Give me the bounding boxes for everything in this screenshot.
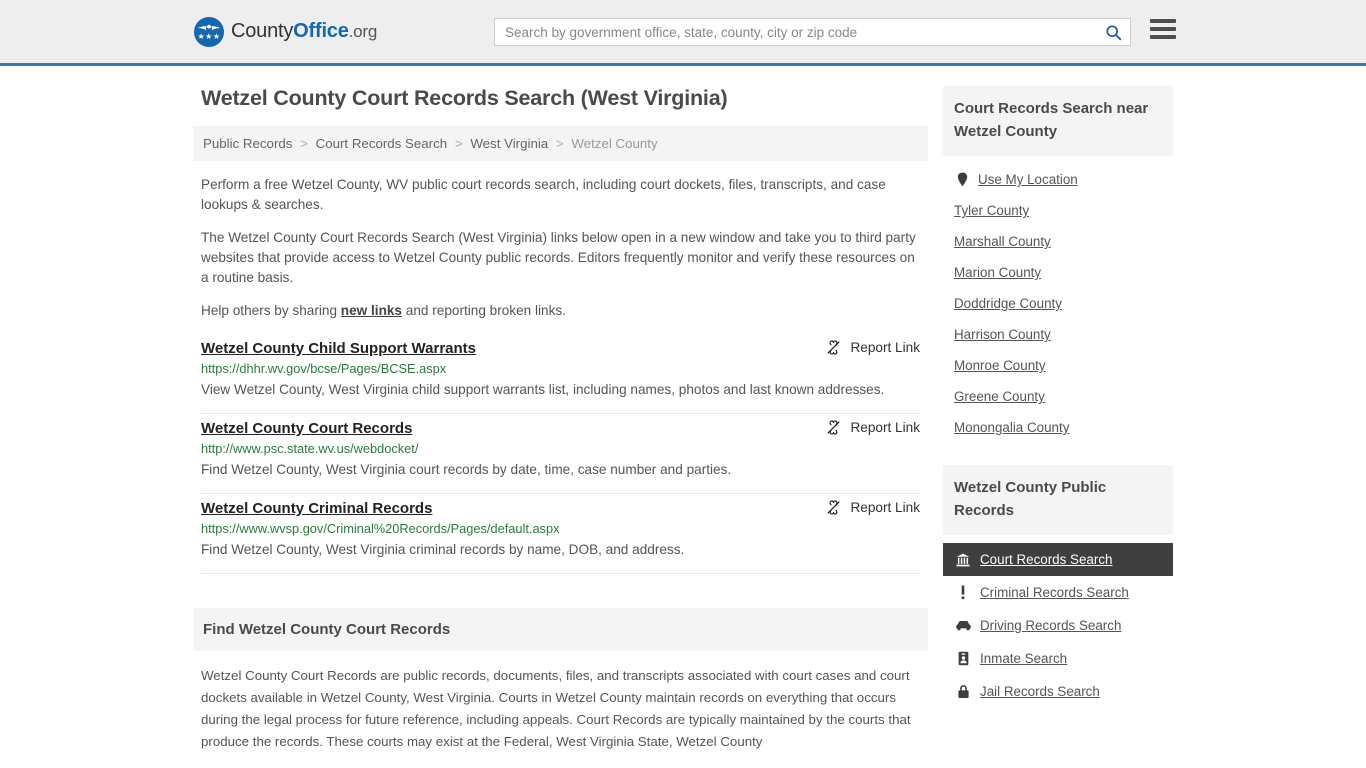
jail-records-search-link[interactable]: Jail Records Search: [980, 684, 1100, 699]
map-pin-icon: [954, 172, 971, 187]
find-records-heading: Find Wetzel County Court Records: [193, 608, 928, 651]
intro-paragraph-1: Perform a free Wetzel County, WV public …: [201, 177, 886, 212]
sidebar-county-item[interactable]: Marshall County: [943, 226, 1173, 257]
county-link[interactable]: Greene County: [954, 389, 1045, 404]
car-icon: [954, 620, 972, 631]
find-records-body: Wetzel County Court Records are public r…: [201, 668, 911, 749]
driving-records-search-link[interactable]: Driving Records Search: [980, 618, 1121, 633]
intro-paragraph-2: The Wetzel County Court Records Search (…: [201, 230, 916, 285]
public-records-heading: Wetzel County Public Records: [943, 465, 1173, 535]
report-link-label: Report Link: [850, 340, 920, 355]
records-link-list: Wetzel County Child Support Warrants htt…: [193, 334, 928, 574]
content-container: Wetzel County Court Records Search (West…: [193, 86, 1173, 753]
sidebar-county-item[interactable]: Monroe County: [943, 350, 1173, 381]
courthouse-icon: [954, 553, 972, 567]
county-link[interactable]: Tyler County: [954, 203, 1029, 218]
link-row: Wetzel County Court Records http://www.p…: [201, 414, 920, 494]
link-description: Find Wetzel County, West Virginia crimin…: [201, 542, 685, 557]
search-input[interactable]: [495, 19, 1096, 45]
breadcrumb-separator: >: [454, 136, 463, 151]
court-records-search-link[interactable]: Court Records Search: [980, 552, 1112, 567]
link-title[interactable]: Wetzel County Criminal Records: [201, 500, 432, 517]
report-link-button[interactable]: Report Link: [826, 340, 920, 355]
page-title: Wetzel County Court Records Search (West…: [201, 86, 728, 110]
find-records-section: Find Wetzel County Court Records Wetzel …: [193, 608, 928, 753]
countyoffice-logo-icon: ★★★: [194, 16, 224, 47]
sidebar-county-item[interactable]: Tyler County: [943, 195, 1173, 226]
county-link[interactable]: Monongalia County: [954, 420, 1069, 435]
sidebar-county-item[interactable]: Doddridge County: [943, 288, 1173, 319]
search-icon: [1105, 24, 1121, 40]
logo-text-org: .org: [348, 22, 378, 41]
broken-link-icon: [826, 340, 841, 355]
link-title[interactable]: Wetzel County Child Support Warrants: [201, 340, 476, 357]
criminal-records-search-link[interactable]: Criminal Records Search: [980, 585, 1129, 600]
intro-p3-after: and reporting broken links.: [402, 303, 566, 318]
link-url: https://dhhr.wv.gov/bcse/Pages/BCSE.aspx: [201, 361, 447, 376]
report-link-button[interactable]: Report Link: [826, 500, 920, 515]
exclamation-icon: [954, 585, 972, 600]
sidebar-item-jail-records-search[interactable]: Jail Records Search: [943, 675, 1173, 708]
sidebar-county-item[interactable]: Monongalia County: [943, 412, 1173, 443]
report-link-button[interactable]: Report Link: [826, 420, 920, 435]
breadcrumb-item-1[interactable]: Court Records Search: [316, 136, 448, 151]
main-column: Wetzel County Court Records Search (West…: [193, 86, 928, 753]
county-link[interactable]: Monroe County: [954, 358, 1046, 373]
breadcrumb-separator: >: [300, 136, 308, 151]
new-links-link[interactable]: new links: [341, 303, 402, 318]
breadcrumb-item-0[interactable]: Public Records: [203, 136, 292, 151]
menu-button[interactable]: [1150, 19, 1176, 39]
public-records-list: Court Records Search Criminal Records Se…: [943, 535, 1173, 708]
link-row: Wetzel County Child Support Warrants htt…: [201, 334, 920, 414]
site-logo[interactable]: ★★★ CountyOffice.org: [194, 16, 377, 47]
lock-icon: [954, 684, 972, 699]
intro-p3-before: Help others by sharing: [201, 303, 341, 318]
county-link[interactable]: Doddridge County: [954, 296, 1062, 311]
link-description: View Wetzel County, West Virginia child …: [201, 382, 885, 397]
report-link-label: Report Link: [850, 420, 920, 435]
logo-wordmark: CountyOffice.org: [231, 20, 377, 43]
link-description: Find Wetzel County, West Virginia court …: [201, 462, 732, 477]
use-my-location-item[interactable]: Use My Location: [943, 164, 1173, 195]
sidebar-county-item[interactable]: Harrison County: [943, 319, 1173, 350]
site-header: ★★★ CountyOffice.org: [0, 0, 1366, 66]
sidebar-item-driving-records-search[interactable]: Driving Records Search: [943, 609, 1173, 642]
logo-text-county: County: [231, 20, 294, 42]
broken-link-icon: [826, 500, 841, 515]
county-link[interactable]: Marion County: [954, 265, 1041, 280]
page-body: Wetzel County Court Records Search (West…: [0, 66, 1366, 753]
hamburger-bar-3: [1150, 35, 1176, 39]
sidebar: Court Records Search near Wetzel County …: [943, 86, 1173, 708]
breadcrumb-separator: >: [555, 136, 564, 151]
use-my-location-link[interactable]: Use My Location: [978, 172, 1078, 187]
id-badge-icon: [954, 651, 972, 666]
nearby-county-list: Use My Location Tyler County Marshall Co…: [943, 156, 1173, 443]
intro-text: Perform a free Wetzel County, WV public …: [193, 175, 928, 321]
nearby-search-heading: Court Records Search near Wetzel County: [943, 86, 1173, 156]
hamburger-bar-1: [1150, 19, 1176, 23]
county-link[interactable]: Marshall County: [954, 234, 1051, 249]
link-url: http://www.psc.state.wv.us/webdocket/: [201, 441, 419, 456]
link-url: https://www.wvsp.gov/Criminal%20Records/…: [201, 521, 560, 536]
intro-paragraph-3: Help others by sharing new links and rep…: [201, 301, 920, 321]
hamburger-bar-2: [1150, 27, 1176, 31]
breadcrumb-item-current: Wetzel County: [571, 136, 658, 151]
county-link[interactable]: Harrison County: [954, 327, 1051, 342]
logo-text-office: Office: [293, 20, 349, 42]
link-title[interactable]: Wetzel County Court Records: [201, 420, 412, 437]
sidebar-item-criminal-records-search[interactable]: Criminal Records Search: [943, 576, 1173, 609]
logo-stars: ★★★: [197, 31, 221, 41]
link-row: Wetzel County Criminal Records https://w…: [201, 494, 920, 574]
breadcrumb: Public Records > Court Records Search > …: [193, 126, 928, 161]
sidebar-county-item[interactable]: Greene County: [943, 381, 1173, 412]
sidebar-item-inmate-search[interactable]: Inmate Search: [943, 642, 1173, 675]
search-bar[interactable]: [494, 18, 1131, 46]
inmate-search-link[interactable]: Inmate Search: [980, 651, 1067, 666]
breadcrumb-item-2[interactable]: West Virginia: [470, 136, 548, 151]
report-link-label: Report Link: [850, 500, 920, 515]
broken-link-icon: [826, 420, 841, 435]
sidebar-county-item[interactable]: Marion County: [943, 257, 1173, 288]
sidebar-item-court-records-search[interactable]: Court Records Search: [943, 543, 1173, 576]
search-button[interactable]: [1096, 19, 1130, 45]
